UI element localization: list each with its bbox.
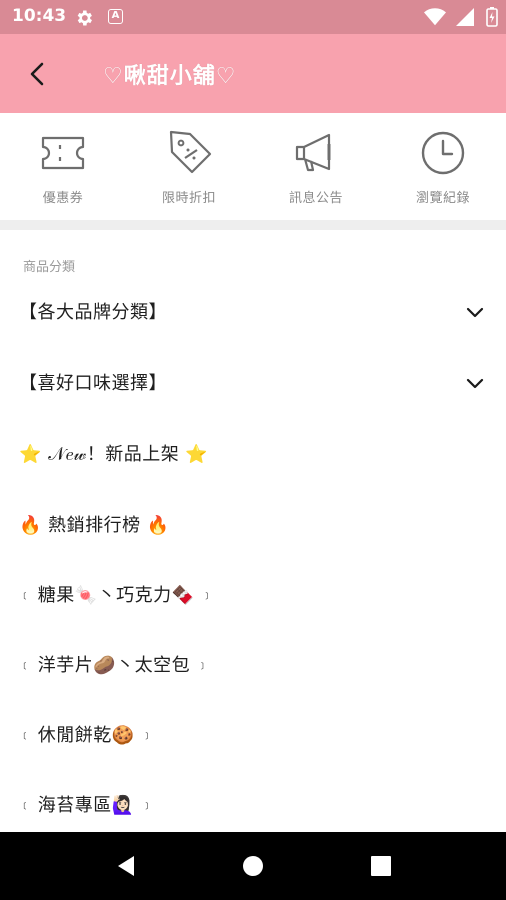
category-label: 糖果🍬丶巧克力🍫 [37,585,195,606]
app-bar: ♡啾甜小舖♡ [0,34,506,113]
battery-icon [486,7,498,27]
category-label: 🔥 熱銷排行榜 🔥 [19,515,170,536]
status-right-icons [423,7,498,27]
settings-gear-icon [77,10,92,26]
category-label-wrapper: ﹝ 休閒餅乾🍪 ﹞ [19,721,153,747]
nav-recents-icon[interactable] [369,854,393,878]
category-label-wrapper: ﹝ 海苔專區🙋🏻‍♀️ ﹞ [19,791,153,817]
category-flavors[interactable]: 【喜好口味選擇】 [0,357,506,409]
category-label: 洋芋片🥔丶太空包 [37,655,191,676]
announcements-button[interactable]: 訊息公告 [253,113,379,220]
bracket-close: ﹞ [140,798,154,812]
browse-history-button[interactable]: 瀏覽紀錄 [380,113,506,220]
back-arrow-icon [30,62,44,86]
category-seaweed[interactable]: ﹝ 海苔專區🙋🏻‍♀️ ﹞ [0,779,506,831]
signal-icon [455,8,474,26]
chevron-down-icon [466,307,484,318]
category-new-arrivals[interactable]: ⭐ 𝒩𝑒𝓌！新品上架 ⭐ [0,428,506,480]
coupon-button[interactable]: 優惠券 [0,113,126,220]
ticket-icon [41,136,85,170]
limited-discount-button[interactable]: 限時折扣 [126,113,252,220]
discount-tag-icon [169,130,212,174]
category-brands[interactable]: 【各大品牌分類】 [0,286,506,338]
category-section-header: 商品分類 [23,260,76,275]
section-divider [0,220,506,230]
quick-actions-row: 優惠券 限時折扣 訊息公告 瀏覽紀錄 [0,113,506,220]
bracket-close: ﹞ [200,588,214,602]
chevron-down-icon [466,378,484,389]
category-label-wrapper: ﹝ 糖果🍬丶巧克力🍫 ﹞ [19,581,213,607]
category-label: 休閒餅乾🍪 [37,725,135,746]
system-nav-bar [0,832,506,900]
status-time: 10:43 [12,6,67,26]
limited-discount-label: 限時折扣 [161,191,216,206]
bracket-open: ﹝ [19,588,32,602]
category-chips[interactable]: ﹝ 洋芋片🥔丶太空包 ﹞ [0,639,506,691]
coupon-label: 優惠券 [42,191,84,206]
category-best-sellers[interactable]: 🔥 熱銷排行榜 🔥 [0,499,506,551]
notification-a-icon: A [108,9,123,24]
category-label: 【喜好口味選擇】 [19,373,167,394]
bracket-open: ﹝ [19,728,32,742]
bracket-close: ﹞ [196,658,209,672]
bracket-close: ﹞ [140,728,154,742]
nav-back-icon[interactable] [114,854,138,878]
category-label: 海苔專區🙋🏻‍♀️ [37,795,135,816]
back-button[interactable] [18,54,58,94]
nav-home-icon[interactable] [241,854,265,878]
category-biscuits[interactable]: ﹝ 休閒餅乾🍪 ﹞ [0,709,506,761]
browse-history-label: 瀏覽紀錄 [415,191,470,206]
category-label-wrapper: ﹝ 洋芋片🥔丶太空包 ﹞ [19,651,209,677]
category-label: 【各大品牌分類】 [19,302,167,323]
megaphone-icon [295,133,331,172]
status-bar: 10:43 A [0,0,506,34]
bracket-open: ﹝ [19,658,32,672]
category-candy-chocolate[interactable]: ﹝ 糖果🍬丶巧克力🍫 ﹞ [0,569,506,621]
category-label: ⭐ 𝒩𝑒𝓌！新品上架 ⭐ [19,444,209,465]
page-title: ♡啾甜小舖♡ [103,64,237,89]
announcements-label: 訊息公告 [288,191,343,206]
bracket-open: ﹝ [19,798,32,812]
clock-icon [421,131,465,175]
wifi-icon [423,8,446,26]
